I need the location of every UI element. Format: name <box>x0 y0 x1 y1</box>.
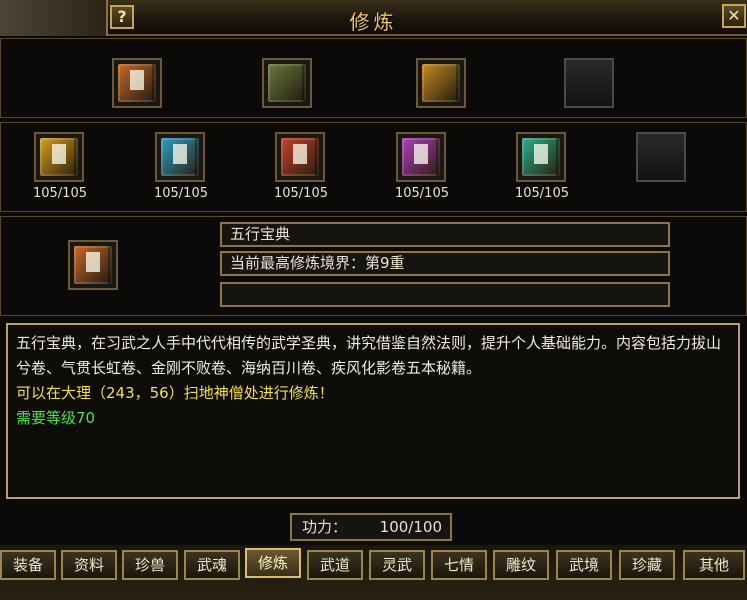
manual-slot-1[interactable] <box>34 132 84 182</box>
cultivation-book-icon <box>118 64 156 102</box>
top-item-slot-4[interactable] <box>564 58 614 108</box>
manual-slot-5[interactable] <box>516 132 566 182</box>
manual-book-icon <box>40 138 78 176</box>
selected-item-slot[interactable] <box>68 240 118 290</box>
manual-count: 105/105 <box>153 186 208 201</box>
tab-cultivation[interactable]: 修炼 <box>245 548 301 578</box>
tab-wuhun[interactable]: 武魂 <box>184 550 240 580</box>
manual-book-icon <box>281 138 319 176</box>
tab-diaowen[interactable]: 雕纹 <box>493 550 549 580</box>
title-bar: ? 修炼 ✕ <box>0 0 747 36</box>
power-label: 功力： <box>302 518 348 536</box>
manual-slot-6[interactable] <box>636 132 686 182</box>
manual-book-icon <box>161 138 199 176</box>
item-name-field: 五行宝典 <box>220 222 670 247</box>
manual-count: 105/105 <box>514 186 569 201</box>
manual-slot-3[interactable] <box>275 132 325 182</box>
gold-scroll-icon <box>422 64 460 102</box>
tab-equipment[interactable]: 装备 <box>0 550 56 580</box>
empty-slot-icon <box>642 138 680 176</box>
window-title: 修炼 <box>349 10 398 34</box>
empty-slot-icon <box>570 64 608 102</box>
cultivation-book-icon <box>74 246 112 284</box>
top-item-slot-2[interactable] <box>262 58 312 108</box>
description-text: 五行宝典，在习武之人手中代代相传的武学圣典，讲究借鉴自然法则，提升个人基础能力。… <box>16 334 722 377</box>
tab-bar: 装备 资料 珍兽 武魂 修炼 武道 灵武 七情 雕纹 武境 珍藏 其他 <box>0 545 747 600</box>
tab-collection[interactable]: 珍藏 <box>619 550 675 580</box>
tab-other[interactable]: 其他 <box>683 550 745 580</box>
tab-pets[interactable]: 珍兽 <box>122 550 178 580</box>
manual-book-icon <box>522 138 560 176</box>
close-button[interactable]: ✕ <box>722 4 746 28</box>
manual-count: 105/105 <box>394 186 449 201</box>
manual-count: 105/105 <box>32 186 87 201</box>
manual-slot-4[interactable] <box>396 132 446 182</box>
power-value: 100/100 <box>379 518 442 536</box>
realm-field: 当前最高修炼境界：第9重 <box>220 251 670 276</box>
manual-count: 105/105 <box>273 186 328 201</box>
manual-book-icon <box>402 138 440 176</box>
tab-wujing[interactable]: 武境 <box>556 550 612 580</box>
manuals-panel <box>0 122 747 212</box>
scroll-bundle-icon <box>268 64 306 102</box>
tab-profile[interactable]: 资料 <box>61 550 117 580</box>
tab-qiqing[interactable]: 七情 <box>431 550 487 580</box>
manual-slot-2[interactable] <box>155 132 205 182</box>
top-item-slot-3[interactable] <box>416 58 466 108</box>
tab-wudao[interactable]: 武道 <box>307 550 363 580</box>
tab-lingwu[interactable]: 灵武 <box>369 550 425 580</box>
top-item-slot-1[interactable] <box>112 58 162 108</box>
description-box: 五行宝典，在习武之人手中代代相传的武学圣典，讲究借鉴自然法则，提升个人基础能力。… <box>6 323 740 499</box>
power-display: 功力： 100/100 <box>290 513 452 541</box>
location-text: 可以在大理（243，56）扫地神僧处进行修炼！ <box>16 384 334 402</box>
extra-field <box>220 282 670 307</box>
requirement-text: 需要等级70 <box>16 409 96 427</box>
